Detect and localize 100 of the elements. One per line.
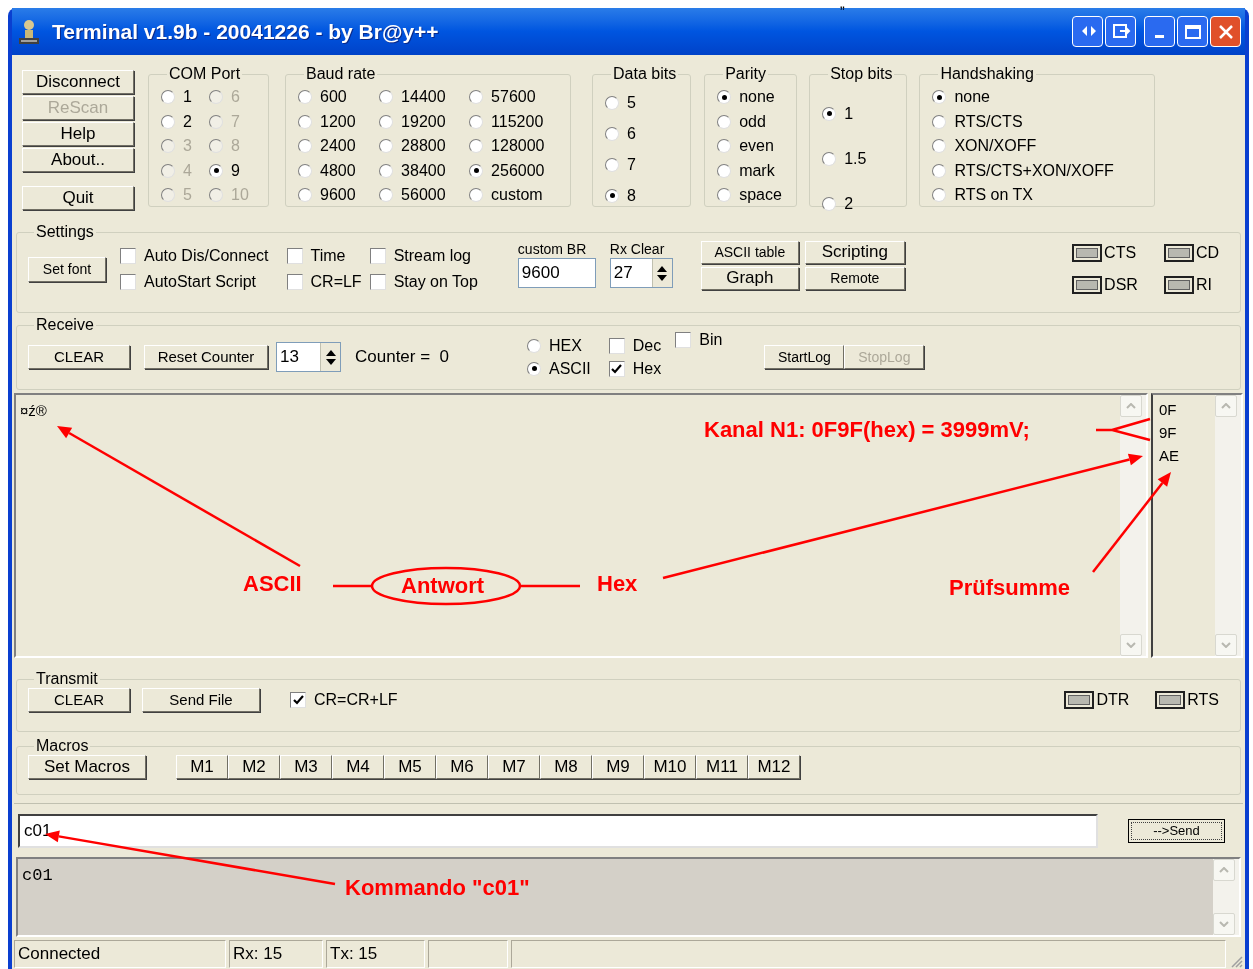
radio-button[interactable] xyxy=(932,139,947,154)
radio-button[interactable] xyxy=(527,361,541,376)
macro-button[interactable]: M10 xyxy=(644,755,696,779)
macro-button[interactable]: M3 xyxy=(280,755,332,779)
radio-button[interactable] xyxy=(605,188,619,203)
clear-button[interactable]: CLEAR xyxy=(28,688,130,712)
help-button[interactable]: Help xyxy=(22,122,134,146)
radio-button[interactable] xyxy=(932,188,947,203)
reset-counter-button[interactable]: Reset Counter xyxy=(144,345,268,369)
radio-button[interactable] xyxy=(469,114,484,129)
radio-button[interactable] xyxy=(298,114,312,129)
radio-button[interactable] xyxy=(605,157,619,172)
radio-button[interactable] xyxy=(298,90,312,105)
checkbox[interactable] xyxy=(120,248,136,264)
radio-button[interactable] xyxy=(469,90,484,105)
graph-button[interactable]: Graph xyxy=(700,266,799,290)
scripting-button[interactable]: Scripting xyxy=(804,240,905,264)
radio-label: RTS/CTS xyxy=(954,111,1023,132)
radio-button[interactable] xyxy=(717,163,732,178)
macro-button[interactable]: M6 xyxy=(436,755,488,779)
radio-label: 1.5 xyxy=(844,148,867,169)
minimize-button[interactable] xyxy=(1144,16,1175,47)
radio-button[interactable] xyxy=(469,163,484,178)
annotation-text: Antwort xyxy=(401,573,485,599)
close-button[interactable] xyxy=(1210,16,1241,47)
status-panel: Tx: 15 xyxy=(326,940,425,968)
checkbox[interactable] xyxy=(369,248,386,264)
radio-button[interactable] xyxy=(379,139,394,154)
window-button[interactable] xyxy=(1105,16,1136,47)
radio-button[interactable] xyxy=(717,90,732,105)
checkbox[interactable] xyxy=(286,248,303,264)
hex-line: AE xyxy=(1159,446,1180,466)
macro-button[interactable]: M1 xyxy=(176,755,228,779)
spin-field[interactable]: 13 xyxy=(276,342,341,372)
start-log-button[interactable]: StartLog xyxy=(764,345,845,369)
text-field[interactable]: 9600 xyxy=(517,258,596,288)
macro-button[interactable]: M12 xyxy=(748,755,800,779)
radio-button[interactable] xyxy=(822,151,837,166)
spin-arrows-icon[interactable] xyxy=(320,343,340,371)
radio-button[interactable] xyxy=(161,114,175,129)
radio-button[interactable] xyxy=(717,114,732,129)
disconnect-button[interactable]: Disconnect xyxy=(22,70,134,94)
radio-button[interactable] xyxy=(379,163,394,178)
resize-grip-icon xyxy=(1229,954,1243,968)
spin-field[interactable]: 27 xyxy=(609,258,673,288)
radio-button[interactable] xyxy=(469,139,484,154)
window-button[interactable] xyxy=(1072,16,1103,47)
radio-button[interactable] xyxy=(379,188,394,203)
send-file-button[interactable]: Send File xyxy=(142,688,260,712)
checkbox[interactable] xyxy=(290,692,306,708)
checkbox[interactable] xyxy=(120,274,136,290)
radio-button[interactable] xyxy=(605,126,619,141)
spin-arrows-icon[interactable] xyxy=(651,259,672,287)
sent-text: c01 xyxy=(22,866,53,885)
radio-button[interactable] xyxy=(605,95,619,110)
radio-button[interactable] xyxy=(379,90,394,105)
radio-label: 10 xyxy=(231,185,249,206)
set-font-button[interactable]: Set font xyxy=(28,256,106,282)
radio-label: 8 xyxy=(627,185,636,206)
checkbox[interactable] xyxy=(608,337,625,354)
radio-button[interactable] xyxy=(379,114,394,129)
checkbox[interactable] xyxy=(369,274,386,290)
radio-button[interactable] xyxy=(822,196,837,211)
checkbox[interactable] xyxy=(608,360,625,377)
macro-button[interactable]: M7 xyxy=(488,755,540,779)
radio-button[interactable] xyxy=(209,163,224,178)
radio-label: 256000 xyxy=(491,160,545,181)
checkbox[interactable] xyxy=(286,274,303,290)
radio-label: mark xyxy=(739,160,775,181)
macro-button[interactable]: M2 xyxy=(228,755,280,779)
quit-button[interactable]: Quit xyxy=(22,186,134,210)
macro-button[interactable]: M5 xyxy=(384,755,436,779)
radio-button[interactable] xyxy=(298,139,312,154)
radio-button[interactable] xyxy=(822,106,837,121)
radio-button[interactable] xyxy=(298,163,312,178)
radio-button[interactable] xyxy=(717,139,732,154)
macro-button[interactable]: M9 xyxy=(592,755,644,779)
clear-button[interactable]: CLEAR xyxy=(28,345,130,369)
annotation-text: Kommando "c01" xyxy=(345,875,530,901)
macro-button[interactable]: M8 xyxy=(540,755,592,779)
radio-button[interactable] xyxy=(298,188,312,203)
macro-button[interactable]: M11 xyxy=(696,755,748,779)
group-title: Data bits xyxy=(612,65,678,83)
checkbox[interactable] xyxy=(675,331,692,348)
radio-button[interactable] xyxy=(161,90,175,105)
send-button[interactable]: -->Send xyxy=(1128,818,1225,843)
radio-button[interactable] xyxy=(932,114,947,129)
radio-button[interactable] xyxy=(932,163,947,178)
radio-button[interactable] xyxy=(469,188,484,203)
about-button[interactable]: About.. xyxy=(22,148,134,172)
radio-button[interactable] xyxy=(527,338,541,353)
radio-button[interactable] xyxy=(932,90,947,105)
remote-button[interactable]: Remote xyxy=(804,266,905,290)
ascii-table-button[interactable]: ASCII table xyxy=(700,240,799,264)
maximize-button[interactable] xyxy=(1177,16,1208,47)
radio-button[interactable] xyxy=(717,188,732,203)
command-input[interactable]: c01 xyxy=(18,813,1098,848)
macro-button[interactable]: M4 xyxy=(332,755,384,779)
checkbox-label: Stream log xyxy=(393,246,471,266)
set-macros-button[interactable]: Set Macros xyxy=(28,755,146,779)
